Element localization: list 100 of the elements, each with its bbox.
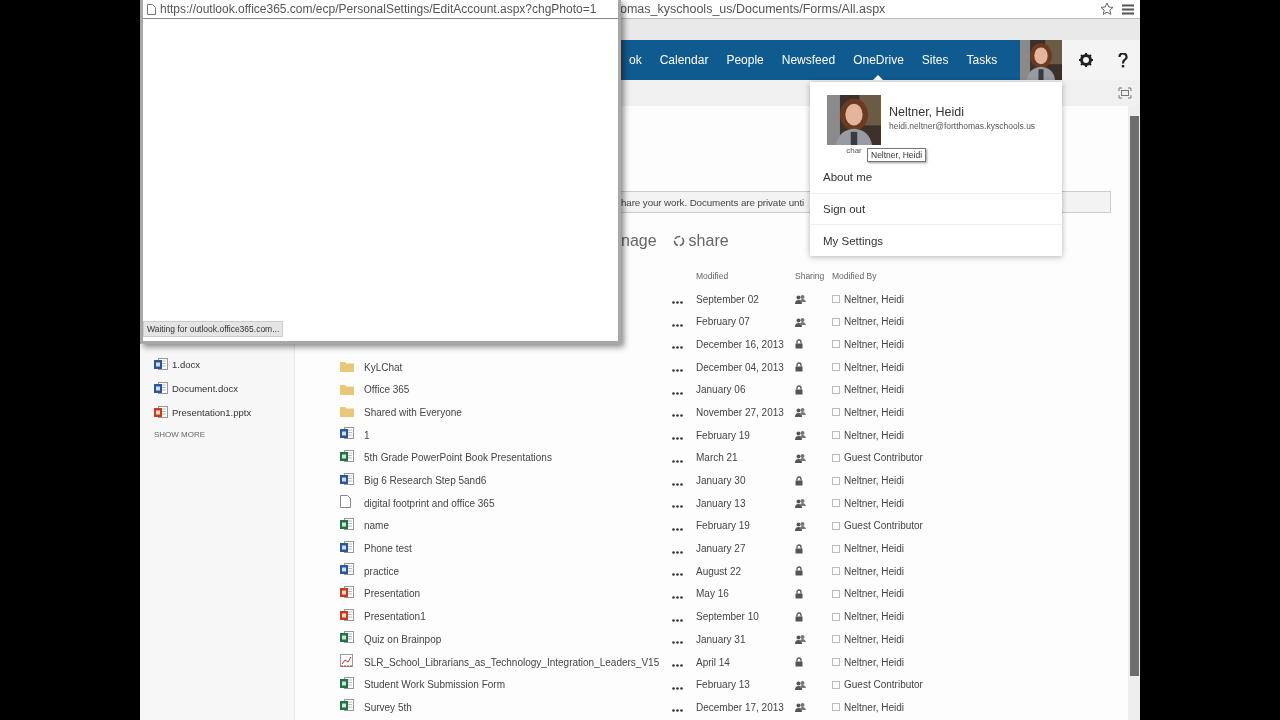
file-name[interactable]: Student Work Submission Form <box>364 679 672 691</box>
recent-document[interactable]: 1.docx <box>154 352 294 376</box>
file-name[interactable]: practice <box>364 565 672 577</box>
nav-link[interactable]: Newsfeed <box>772 40 845 80</box>
presence-icon <box>832 499 840 508</box>
ellipsis-icon[interactable] <box>672 550 683 554</box>
loading-status: Waiting for outlook.office365.com... <box>143 321 284 337</box>
modified-by: Neltner, Heidi <box>844 701 905 713</box>
nav-link[interactable]: Calendar <box>650 40 718 80</box>
address-bar[interactable]: omas_kyschools_us/Documents/Forms/All.aspx <box>620 2 1092 16</box>
ellipsis-icon[interactable] <box>672 391 683 395</box>
ellipsis-icon[interactable] <box>672 618 683 622</box>
ellipsis-icon[interactable] <box>672 573 683 577</box>
file-name[interactable]: Quiz on Brainpop <box>364 633 672 645</box>
file-name[interactable]: Presentation1 <box>364 611 672 623</box>
ellipsis-icon[interactable] <box>672 369 683 373</box>
folder-icon <box>340 361 354 373</box>
file-name[interactable]: SLR_School_Librarians_as_Technology_Integration_Leaders_V15 <box>364 656 672 668</box>
file-name[interactable]: Presentation <box>364 588 672 600</box>
file-name[interactable]: 1 <box>364 429 672 441</box>
file-name[interactable]: digital footprint and office 365 <box>364 497 672 509</box>
presence-icon <box>832 317 840 326</box>
ellipsis-icon[interactable] <box>672 527 683 531</box>
modified-date: January 31 <box>696 633 747 645</box>
ellipsis-icon[interactable] <box>672 414 683 418</box>
modified-by: Neltner, Heidi <box>844 475 905 487</box>
file-name[interactable]: Survey 5th <box>364 701 672 713</box>
ellipsis-icon[interactable] <box>672 664 683 668</box>
settings-icon[interactable] <box>1078 53 1093 67</box>
nav-link[interactable]: Sites <box>912 40 958 80</box>
document-icon <box>340 495 351 509</box>
photo-caption[interactable]: char <box>846 146 862 155</box>
show-more-link[interactable]: SHOW MORE <box>154 430 294 439</box>
ellipsis-icon[interactable] <box>672 301 683 305</box>
nav-link[interactable]: ok <box>620 40 651 80</box>
menu-icon[interactable] <box>1122 3 1134 15</box>
spreadsheet-file-icon <box>340 675 354 690</box>
presence-icon <box>832 385 840 394</box>
modified-by: Neltner, Heidi <box>844 543 905 555</box>
presence-icon <box>832 453 840 462</box>
file-name[interactable]: Big 6 Research Step 5and6 <box>364 475 672 487</box>
manage-command[interactable]: nage <box>621 232 657 250</box>
menu-item[interactable]: My Settings <box>810 224 1062 256</box>
modified-date: September 02 <box>696 293 760 305</box>
ellipsis-icon[interactable] <box>672 641 683 645</box>
nav-link[interactable]: People <box>717 40 773 80</box>
word-file-icon <box>154 357 168 371</box>
folder-icon <box>340 406 354 418</box>
modified-date: September 10 <box>696 611 760 623</box>
modified-date: August 22 <box>696 565 743 577</box>
column-header[interactable]: Modified By <box>832 271 1128 282</box>
ellipsis-icon[interactable] <box>672 323 683 327</box>
column-header[interactable]: Sharing <box>795 271 832 282</box>
modified-by: Neltner, Heidi <box>844 338 905 350</box>
recent-document[interactable]: Presentation1.pptx <box>154 400 294 424</box>
menu-item[interactable]: Sign out <box>810 192 1062 225</box>
presence-icon <box>832 544 840 553</box>
modified-date: November 27, 2013 <box>696 406 785 418</box>
file-name[interactable]: Shared with Everyone <box>364 406 672 418</box>
ellipsis-icon[interactable] <box>672 459 683 463</box>
modified-by: Neltner, Heidi <box>844 565 905 577</box>
scrollbar-thumb[interactable] <box>1129 116 1139 676</box>
nav-link[interactable]: OneDrive <box>844 40 913 80</box>
presentation-file-icon <box>340 607 354 622</box>
menu-item[interactable]: About me <box>810 162 1062 193</box>
word-file-icon <box>340 539 354 554</box>
popup-address: https://outlook.office365.com/ecp/PersonalSettings/EditAccount.aspx?chgPhoto=1 <box>160 2 597 16</box>
modified-by: Neltner, Heidi <box>844 293 905 305</box>
document-name: Presentation1.pptx <box>172 406 252 418</box>
chart-file-icon <box>340 654 353 668</box>
share-command[interactable]: share <box>672 232 729 250</box>
nav-link[interactable]: Tasks <box>957 40 1007 80</box>
document-name: 1.docx <box>172 358 200 370</box>
file-name[interactable]: 5th Grade PowerPoint Book Presentations <box>364 452 672 464</box>
ellipsis-icon[interactable] <box>672 709 683 713</box>
ellipsis-icon[interactable] <box>672 686 683 690</box>
file-name[interactable]: Office 365 <box>364 384 672 396</box>
presence-icon <box>832 363 840 372</box>
help-icon[interactable] <box>1117 52 1128 68</box>
modified-by: Neltner, Heidi <box>844 361 905 373</box>
ellipsis-icon[interactable] <box>672 346 683 350</box>
file-name[interactable]: KyLChat <box>364 361 672 373</box>
recent-document[interactable]: Document.docx <box>154 376 294 400</box>
column-header[interactable]: Modified <box>696 271 795 282</box>
presence-icon <box>832 658 840 667</box>
ellipsis-icon[interactable] <box>672 482 683 486</box>
ellipsis-icon[interactable] <box>672 437 683 441</box>
presence-icon <box>832 408 840 417</box>
modified-date: February 19 <box>696 520 751 532</box>
spreadsheet-file-icon <box>340 698 354 713</box>
modified-date: April 14 <box>696 656 731 668</box>
ellipsis-icon[interactable] <box>672 595 683 599</box>
ellipsis-icon[interactable] <box>672 505 683 509</box>
focus-icon[interactable] <box>1118 87 1132 99</box>
folder-icon <box>340 383 354 395</box>
star-icon[interactable] <box>1100 2 1114 16</box>
presence-icon <box>832 612 840 621</box>
file-name[interactable]: name <box>364 520 672 532</box>
file-name[interactable]: Phone test <box>364 543 672 555</box>
modified-by: Guest Contributor <box>844 520 923 532</box>
